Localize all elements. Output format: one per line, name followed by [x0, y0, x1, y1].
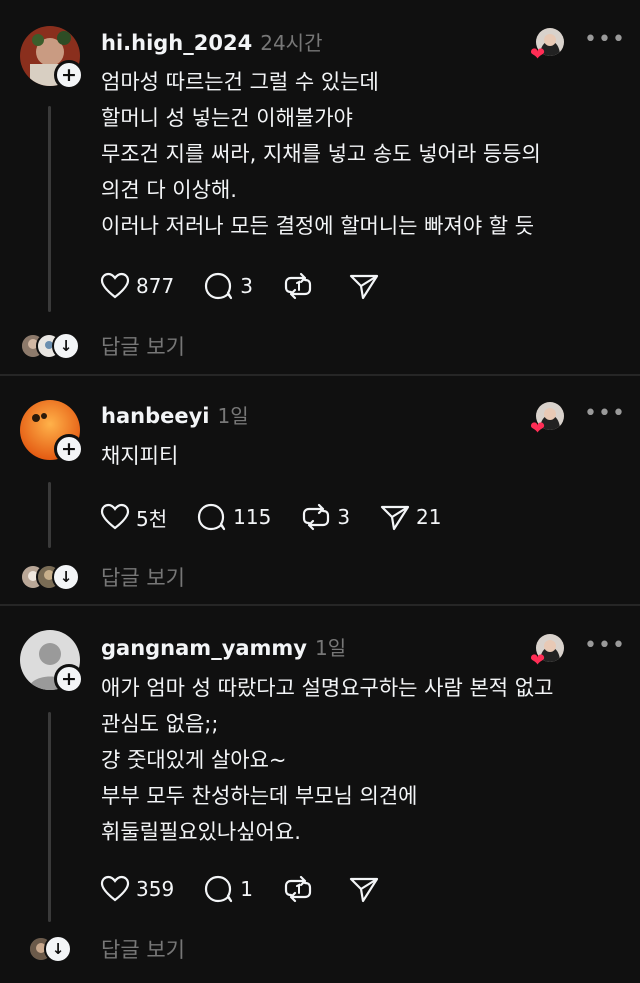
username[interactable]: hanbeeyi [101, 404, 209, 428]
reply-avatars[interactable]: ↓ [20, 562, 80, 592]
post-text: 엄마성 따르는건 그럴 수 있는데 할머니 성 넣는건 이해불가야 무조건 지를… [101, 70, 541, 238]
follow-plus-icon[interactable]: + [54, 60, 84, 90]
username[interactable]: gangnam_yammy [101, 636, 307, 660]
username[interactable]: hi.high_2024 [101, 31, 252, 55]
send-icon [380, 505, 410, 531]
repost-button[interactable] [283, 272, 319, 300]
timestamp: 1일 [217, 404, 249, 428]
comment-count: 115 [233, 505, 272, 529]
like-button[interactable]: 877 [100, 272, 174, 300]
comment-count: 3 [240, 274, 253, 298]
thread-line [48, 106, 51, 312]
liker-avatar[interactable]: ❤ [530, 402, 566, 438]
thread-line [48, 482, 51, 548]
heart-icon [100, 272, 130, 299]
share-button[interactable] [349, 272, 385, 300]
timestamp: 1일 [315, 636, 347, 660]
action-bar: 5천 115 3 21 [100, 500, 472, 534]
arrow-down-icon: ↓ [52, 563, 80, 591]
more-horizontal-icon[interactable]: ••• [584, 29, 625, 54]
view-replies-link[interactable]: 답글 보기 [101, 562, 185, 592]
heart-badge-icon: ❤ [530, 44, 546, 65]
arrow-down-icon: ↓ [52, 332, 80, 360]
like-count: 5천 [136, 506, 168, 531]
repost-icon [303, 503, 330, 531]
post: + hanbeeyi 1일 ❤ ••• 채지피티 5천 115 3 21 ↓ 답… [0, 376, 640, 604]
comment-icon [205, 875, 233, 903]
repost-icon [284, 272, 312, 300]
post-header: hanbeeyi 1일 [101, 400, 249, 430]
repost-count: 3 [337, 505, 351, 529]
send-icon [349, 274, 379, 300]
comment-button[interactable]: 115 [197, 503, 271, 531]
avatar[interactable]: + [20, 400, 84, 464]
repost-icon [284, 875, 312, 903]
heart-icon [100, 875, 130, 902]
post: + gangnam_yammy 1일 ❤ ••• 애가 엄마 성 따랐다고 설명… [0, 606, 640, 983]
post: + hi.high_2024 24시간 ❤ ••• 엄마성 따르는건 그럴 수 … [0, 0, 640, 374]
comment-icon [205, 272, 233, 300]
share-count: 21 [416, 505, 442, 529]
post-text: 애가 엄마 성 따랐다고 설명요구하는 사람 본적 없고 관심도 없음;; 걍 … [101, 676, 554, 844]
timestamp: 24시간 [260, 31, 323, 55]
post-header: gangnam_yammy 1일 [101, 632, 346, 662]
follow-plus-icon[interactable]: + [54, 664, 84, 694]
thread-line [48, 712, 51, 922]
action-bar: 359 1 [100, 872, 415, 906]
comment-count: 1 [240, 877, 253, 901]
comment-button[interactable]: 1 [204, 875, 253, 903]
repost-button[interactable]: 3 [301, 503, 350, 531]
avatar[interactable]: + [20, 26, 84, 90]
repost-button[interactable] [283, 875, 319, 903]
avatar[interactable]: + [20, 630, 84, 694]
comment-button[interactable]: 3 [204, 272, 253, 300]
liker-avatar[interactable]: ❤ [530, 28, 566, 64]
follow-plus-icon[interactable]: + [54, 434, 84, 464]
like-button[interactable]: 359 [100, 875, 174, 903]
view-replies-link[interactable]: 답글 보기 [101, 331, 185, 361]
share-button[interactable]: 21 [380, 503, 442, 531]
more-horizontal-icon[interactable]: ••• [584, 635, 625, 660]
comment-icon [198, 503, 226, 531]
like-button[interactable]: 5천 [100, 503, 167, 532]
post-text: 채지피티 [101, 444, 179, 468]
heart-icon [100, 503, 130, 530]
reply-avatars[interactable]: ↓ [20, 331, 80, 361]
heart-badge-icon: ❤ [530, 650, 546, 671]
reply-avatars[interactable]: ↓ [28, 934, 72, 964]
post-header: hi.high_2024 24시간 [101, 27, 322, 57]
action-bar: 877 3 [100, 269, 415, 303]
heart-badge-icon: ❤ [530, 418, 546, 439]
arrow-down-icon: ↓ [44, 935, 72, 963]
liker-avatar[interactable]: ❤ [530, 634, 566, 670]
like-count: 359 [136, 877, 175, 901]
view-replies-link[interactable]: 답글 보기 [101, 934, 185, 964]
like-count: 877 [136, 274, 175, 298]
send-icon [349, 877, 379, 903]
more-horizontal-icon[interactable]: ••• [584, 403, 625, 428]
share-button[interactable] [349, 875, 385, 903]
